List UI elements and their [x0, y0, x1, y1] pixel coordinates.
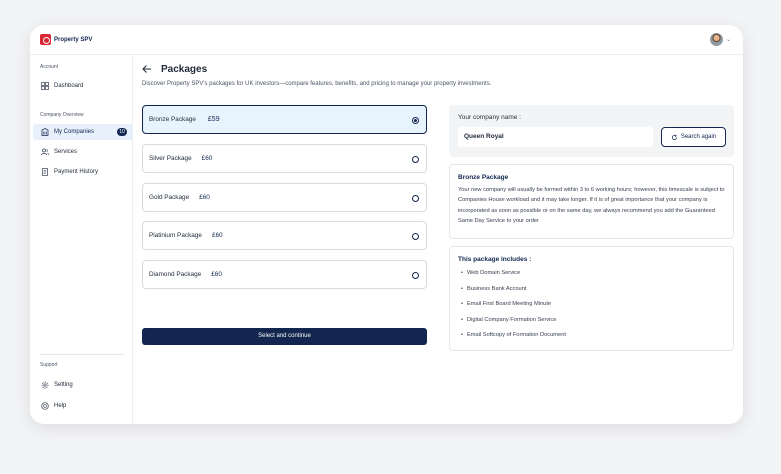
- package-name: Bronze Package: [149, 116, 196, 123]
- top-bar: Property SPV ⌄: [30, 25, 743, 55]
- sidebar-item-dashboard[interactable]: Dashboard: [33, 78, 133, 94]
- package-price: £60: [211, 232, 223, 239]
- sidebar-section-company: Company Overview: [40, 112, 84, 118]
- sidebar-item-label: Services: [54, 149, 78, 155]
- list-item: Business Bank Account: [458, 282, 725, 298]
- includes-list: Web Domain Service Business Bank Account…: [458, 266, 725, 344]
- company-name-card: Your company name : Queen Royal Search a…: [449, 105, 734, 157]
- includes-title: This package includes :: [458, 256, 532, 263]
- sidebar-item-services[interactable]: Services: [33, 144, 133, 160]
- sidebar-item-setting[interactable]: Setting: [33, 377, 133, 393]
- sidebar-item-help[interactable]: Help: [33, 398, 133, 414]
- package-option-diamond[interactable]: Diamond Package £60: [142, 260, 427, 289]
- package-description-card: Bronze Package Your new company will usu…: [449, 164, 734, 239]
- radio-unselected[interactable]: [412, 272, 419, 279]
- description-title: Bronze Package: [458, 174, 509, 181]
- package-name: Platinium Package: [149, 232, 202, 239]
- logo[interactable]: Property SPV: [40, 34, 92, 45]
- avatar[interactable]: [709, 33, 723, 46]
- description-text: Your new company will usually be formed …: [458, 187, 725, 224]
- sidebar-item-payment-history[interactable]: Payment History: [33, 164, 133, 180]
- help-icon: [41, 402, 49, 410]
- package-price: £60: [211, 271, 222, 278]
- chevron-down-icon[interactable]: ⌄: [726, 36, 731, 43]
- sidebar-item-label: Setting: [54, 382, 73, 388]
- package-option-bronze[interactable]: Bronze Package £59: [142, 105, 427, 134]
- receipt-icon: [42, 168, 48, 176]
- company-name-label: Your company name :: [458, 114, 521, 121]
- package-includes-card: This package includes : Web Domain Servi…: [449, 246, 734, 351]
- logo-icon: [40, 34, 51, 45]
- user-menu[interactable]: ⌄: [709, 33, 731, 46]
- sidebar-item-label: Help: [54, 403, 67, 409]
- logo-text: Property SPV: [54, 36, 93, 43]
- dashboard-icon: [41, 82, 49, 90]
- package-price: £60: [199, 194, 210, 201]
- app-window: Property SPV ⌄ Account Dashboard Company…: [30, 25, 743, 424]
- package-price: £60: [201, 155, 213, 162]
- list-item: Digital Company Formation Service: [458, 313, 725, 329]
- package-option-gold[interactable]: Gold Package £60: [142, 183, 427, 212]
- sidebar-section-account: Account: [40, 64, 59, 70]
- radio-unselected[interactable]: [412, 156, 419, 163]
- package-price: £59: [207, 116, 220, 123]
- count-badge: 10: [117, 128, 127, 136]
- radio-selected[interactable]: [412, 117, 419, 124]
- page-subtitle: Discover Property SPV's packages for UK …: [142, 81, 492, 87]
- search-again-label: Search again: [680, 134, 717, 140]
- back-arrow-icon[interactable]: [142, 64, 152, 74]
- radio-unselected[interactable]: [412, 233, 419, 240]
- search-again-button[interactable]: Search again: [661, 127, 726, 147]
- building-icon: [41, 128, 49, 136]
- package-option-silver[interactable]: Silver Package £60: [142, 144, 427, 173]
- package-name: Gold Package: [149, 194, 190, 201]
- users-icon: [41, 148, 49, 156]
- select-and-continue-button[interactable]: Select and continue: [142, 328, 427, 345]
- sidebar-item-label: Payment History: [54, 169, 99, 175]
- sidebar-item-my-companies[interactable]: My Companies 10: [33, 124, 133, 140]
- sidebar: Account Dashboard Company Overview My Co…: [30, 55, 133, 424]
- list-item: Email Softcopy of Formation Document: [458, 328, 725, 344]
- company-name-field[interactable]: Queen Royal: [458, 127, 653, 147]
- refresh-icon: [671, 134, 677, 140]
- package-name: Diamond Package: [149, 271, 202, 278]
- sidebar-section-support: Support: [40, 362, 58, 368]
- sidebar-item-label: My Companies: [54, 129, 95, 135]
- list-item: Web Domain Service: [458, 266, 725, 282]
- radio-unselected[interactable]: [412, 195, 419, 202]
- sidebar-item-label: Dashboard: [54, 83, 84, 89]
- sidebar-divider: [40, 354, 124, 355]
- package-option-platinium[interactable]: Platinium Package £60: [142, 221, 427, 250]
- page-title: Packages: [161, 64, 208, 75]
- main-content: Packages Discover Property SPV's package…: [133, 55, 743, 424]
- gear-icon: [41, 381, 49, 389]
- package-name: Silver Package: [149, 155, 192, 162]
- list-item: Email First Board Meeting Minute: [458, 297, 725, 313]
